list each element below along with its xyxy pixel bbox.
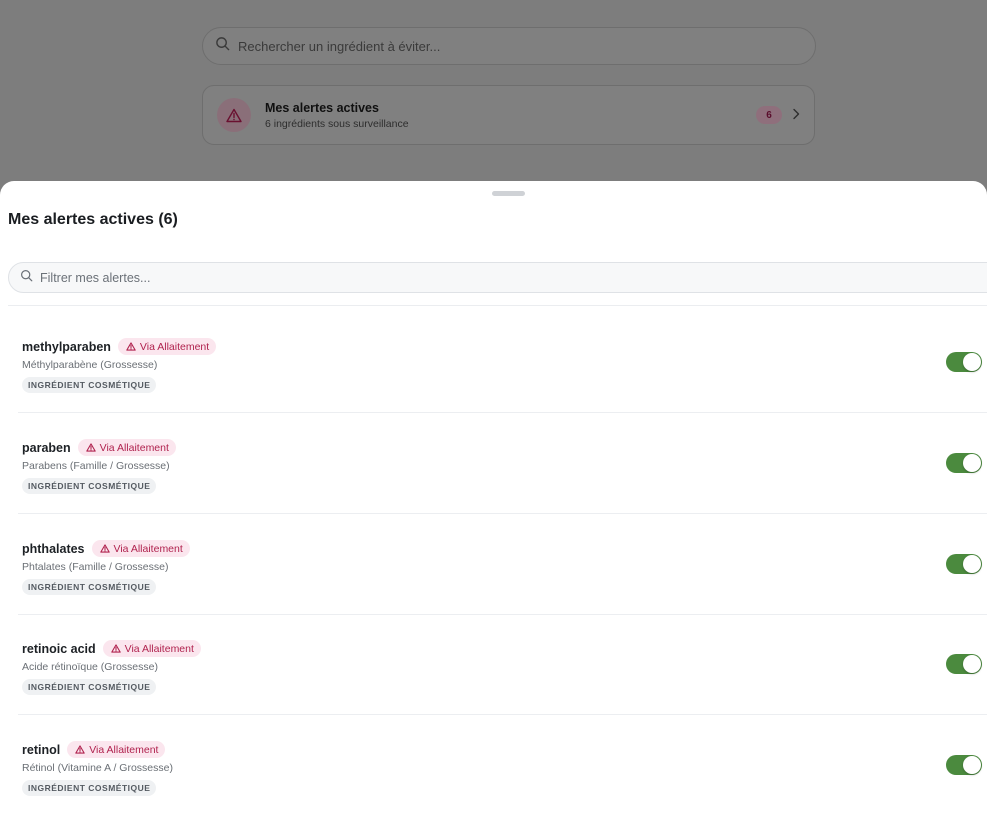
- ingredient-name: retinoic acid: [22, 641, 96, 656]
- ingredient-name: phthalates: [22, 541, 85, 556]
- warning-triangle-icon: [126, 342, 136, 351]
- toggle-knob: [963, 454, 981, 472]
- filter-alerts-input[interactable]: Filtrer mes alertes...: [8, 262, 987, 293]
- warning-triangle-icon: [85, 443, 96, 452]
- toggle-knob: [963, 555, 981, 573]
- ingredient-description: Parabens (Famille / Grossesse): [22, 460, 170, 472]
- badge-label: Via Allaitement: [139, 340, 210, 353]
- list-divider: [8, 305, 987, 306]
- chevron-right-icon: [792, 107, 800, 123]
- active-alerts-card[interactable]: Mes alertes actives 6 ingrédients sous s…: [202, 85, 815, 145]
- via-allaitement-badge: Via Allaitement: [67, 741, 166, 758]
- sheet-title: Mes alertes actives (6): [8, 211, 178, 228]
- ingredient-name: retinol: [22, 742, 61, 757]
- alerts-count-badge: 6: [756, 106, 782, 124]
- via-allaitement-badge: Via Allaitement: [117, 338, 217, 355]
- search-icon: [215, 36, 230, 56]
- badge-label: Via Allaitement: [124, 642, 194, 655]
- warning-triangle-icon: [75, 745, 85, 754]
- alerts-card-title: Mes alertes actives: [265, 100, 379, 115]
- warning-triangle-icon: [217, 98, 251, 132]
- alert-toggle[interactable]: [946, 352, 982, 372]
- badge-label: Via Allaitement: [113, 542, 183, 555]
- warning-triangle-icon: [110, 644, 121, 653]
- alert-row: retinoic acid Via Allaitement Acide réti…: [18, 615, 987, 715]
- category-tag: INGRÉDIENT COSMÉTIQUE: [22, 377, 157, 393]
- category-tag: INGRÉDIENT COSMÉTIQUE: [22, 478, 157, 494]
- alert-row: methylparaben Via Allaitement Méthylpara…: [18, 313, 987, 413]
- alerts-bottom-sheet: Mes alertes actives (6) Filtrer mes aler…: [0, 181, 987, 817]
- ingredient-name: methylparaben: [22, 339, 111, 354]
- ingredient-search-input[interactable]: Rechercher un ingrédient à éviter...: [202, 27, 816, 65]
- ingredient-description: Rétinol (Vitamine A / Grossesse): [22, 762, 173, 774]
- filter-placeholder: Filtrer mes alertes...: [40, 270, 151, 285]
- alert-row: paraben Via Allaitement Parabens (Famill…: [18, 414, 987, 514]
- alert-toggle[interactable]: [946, 755, 982, 775]
- ingredient-description: Phtalates (Famille / Grossesse): [22, 561, 169, 573]
- alert-toggle[interactable]: [946, 554, 982, 574]
- alert-row: phthalates Via Allaitement Phtalates (Fa…: [18, 515, 987, 615]
- alert-toggle[interactable]: [946, 654, 982, 674]
- via-allaitement-badge: Via Allaitement: [102, 640, 201, 657]
- ingredient-description: Acide rétinoïque (Grossesse): [22, 661, 158, 673]
- alert-row: retinol Via Allaitement Rétinol (Vitamin…: [18, 716, 987, 816]
- category-tag: INGRÉDIENT COSMÉTIQUE: [22, 579, 157, 595]
- badge-label: Via Allaitement: [99, 441, 169, 454]
- sheet-drag-handle[interactable]: [492, 191, 525, 196]
- toggle-knob: [963, 756, 981, 774]
- search-icon: [20, 269, 33, 287]
- ingredient-description: Méthylparabène (Grossesse): [22, 359, 158, 371]
- search-placeholder: Rechercher un ingrédient à éviter...: [238, 38, 441, 54]
- alert-toggle[interactable]: [946, 453, 982, 473]
- category-tag: INGRÉDIENT COSMÉTIQUE: [22, 679, 157, 695]
- category-tag: INGRÉDIENT COSMÉTIQUE: [22, 780, 157, 796]
- toggle-knob: [963, 353, 981, 371]
- badge-label: Via Allaitement: [89, 743, 159, 756]
- toggle-knob: [963, 655, 981, 673]
- via-allaitement-badge: Via Allaitement: [77, 439, 176, 456]
- via-allaitement-badge: Via Allaitement: [91, 540, 190, 557]
- ingredient-name: paraben: [22, 440, 71, 455]
- warning-triangle-icon: [99, 544, 110, 553]
- alerts-card-subtitle: 6 ingrédients sous surveillance: [265, 117, 409, 130]
